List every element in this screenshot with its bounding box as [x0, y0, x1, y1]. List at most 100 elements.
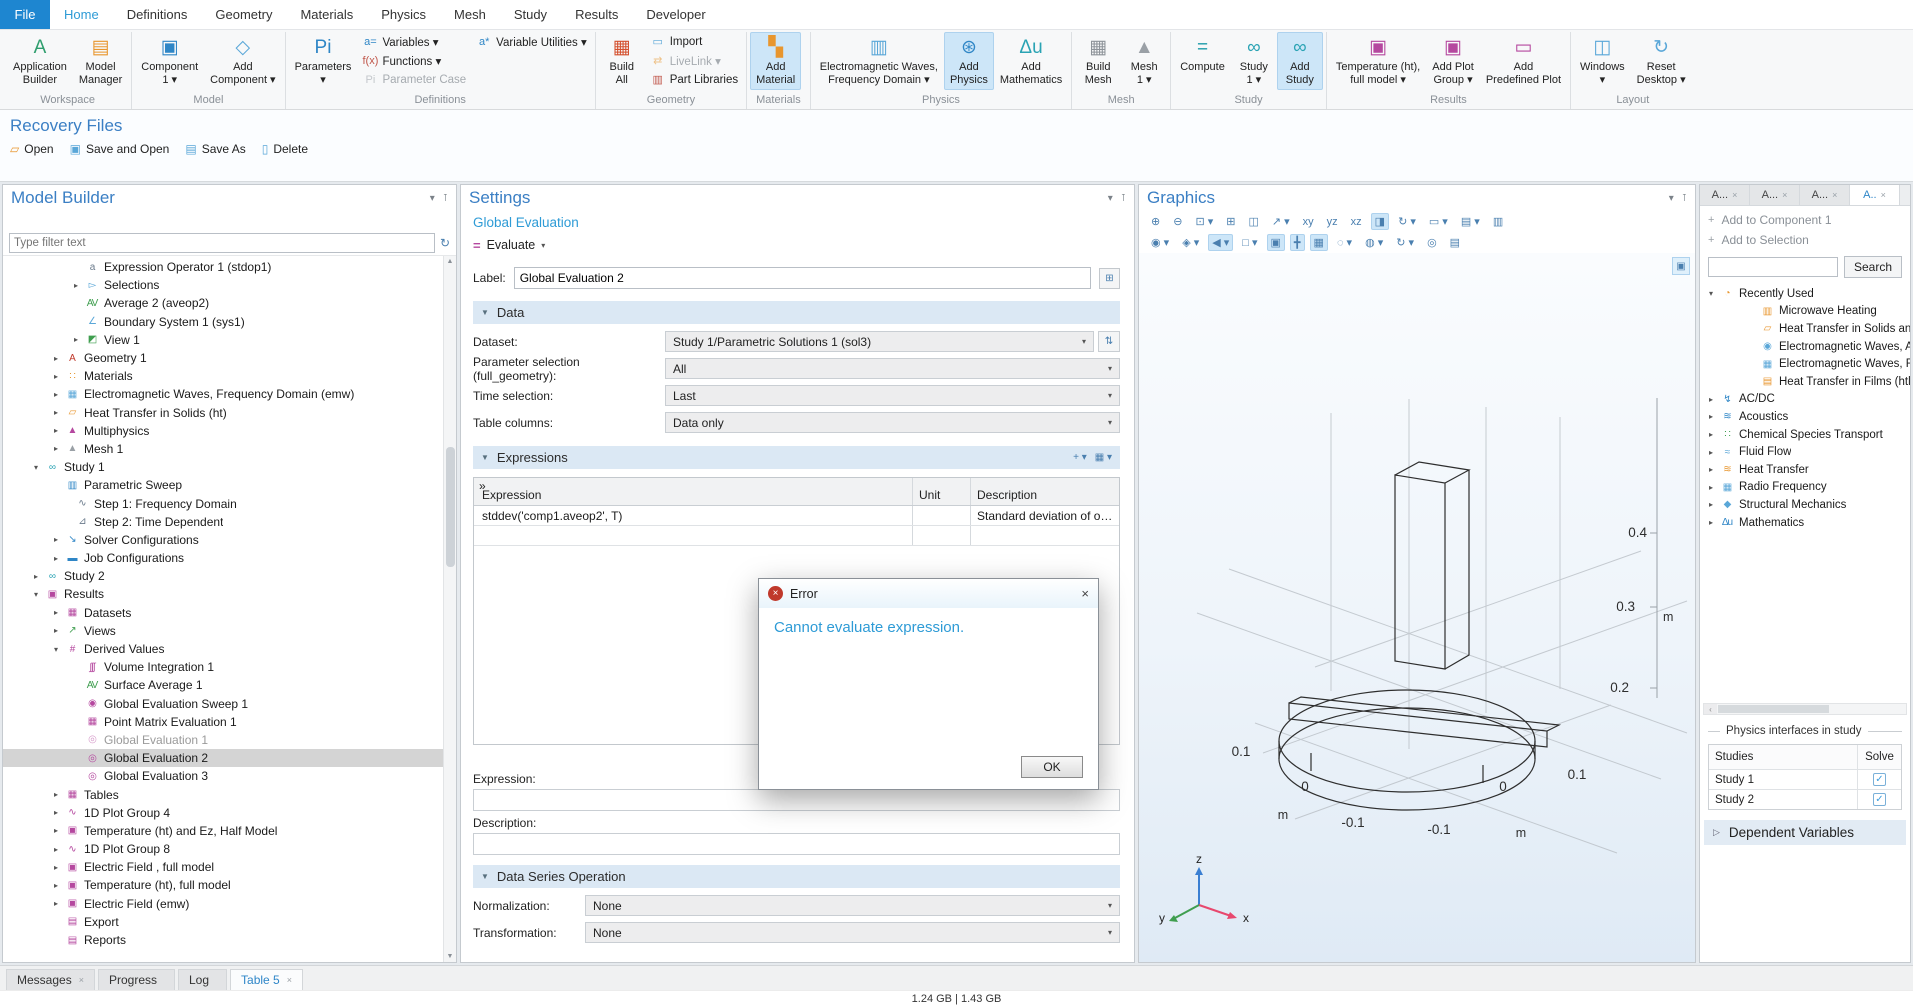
tree-expander-icon[interactable]: ▸ [69, 281, 83, 290]
import-button[interactable]: ▭Import [645, 32, 743, 51]
tree-expander-icon[interactable]: ▸ [1704, 483, 1718, 492]
scroll-left-icon[interactable]: ‹ [1704, 704, 1717, 714]
study-row[interactable]: Study 1✓ [1709, 769, 1901, 789]
tree-expression-operator-1[interactable]: aExpression Operator 1 (stdop1) [3, 258, 456, 276]
close-icon[interactable]: × [1782, 190, 1787, 200]
study-row[interactable]: Study 2✓ [1709, 789, 1901, 809]
tree-step-2-time-dependent[interactable]: ⊿Step 2: Time Dependent [3, 513, 456, 531]
scene-settings-icon[interactable]: ▭ ▾ [1425, 213, 1452, 230]
livelink-button[interactable]: ⇄LiveLink ▾ [645, 51, 743, 70]
description-input[interactable] [473, 833, 1120, 855]
variables-button[interactable]: a=Variables ▾ [357, 32, 471, 51]
build-all-button[interactable]: ▦Build All [599, 32, 645, 90]
menu-tab-mesh[interactable]: Mesh [440, 0, 500, 29]
tree-volume-integration-1[interactable]: ∫∫∫Volume Integration 1 [3, 658, 456, 676]
bottom-tab-table-5[interactable]: Table 5× [230, 969, 303, 990]
bottom-tab-messages[interactable]: Messages× [6, 969, 95, 990]
menu-tab-materials[interactable]: Materials [286, 0, 367, 29]
tree-selections[interactable]: ▸▻Selections [3, 276, 456, 294]
tree-global-evaluation-sweep-1[interactable]: ◉Global Evaluation Sweep 1 [3, 695, 456, 713]
label-input[interactable] [514, 267, 1091, 289]
ok-button[interactable]: OK [1021, 756, 1083, 778]
pin-icon[interactable]: ⊺ [1682, 193, 1687, 204]
section-header-data-series-operation[interactable]: ▼ Data Series Operation [473, 865, 1120, 888]
study-1-button[interactable]: ∞Study 1 ▾ [1231, 32, 1277, 90]
tree-results[interactable]: ▾▣Results [3, 585, 456, 603]
dependent-variables-section[interactable]: ▷ Dependent Variables [1704, 820, 1906, 845]
add-predefined-plot-button[interactable]: ▭Add Predefined Plot [1480, 32, 1567, 90]
close-icon[interactable]: × [287, 975, 292, 985]
tree-point-matrix-evaluation-1[interactable]: ▦Point Matrix Evaluation 1 [3, 713, 456, 731]
view-orientation-icon[interactable]: ↗ ▾ [1268, 213, 1294, 230]
panel-menu-icon[interactable]: ▾ [430, 193, 435, 204]
light-icon[interactable]: ◀ ▾ [1208, 234, 1233, 251]
physics-acdc[interactable]: ▸↯AC/DC [1700, 391, 1910, 409]
menu-tab-study[interactable]: Study [500, 0, 561, 29]
physics-em-waves-asy[interactable]: ◉Electromagnetic Waves, Asy [1700, 338, 1910, 356]
tree-derived-values[interactable]: ▾#Derived Values [3, 640, 456, 658]
menu-tab-home[interactable]: Home [50, 0, 113, 29]
tree-expander-icon[interactable]: ▸ [49, 881, 63, 890]
tree-electric-field-full-model[interactable]: ▸▣Electric Field , full model [3, 858, 456, 876]
image-export-icon[interactable]: ▤ ▾ [1457, 213, 1484, 230]
dropdown-select[interactable]: Data only▾ [665, 412, 1120, 433]
zoom-box-icon[interactable]: ⊡ ▾ [1191, 213, 1217, 230]
tree-expander-icon[interactable]: ▸ [49, 626, 63, 635]
panel-menu-icon[interactable]: ▾ [1669, 193, 1674, 204]
dock-tab-add-physics[interactable]: A..× [1850, 185, 1900, 205]
physics-radio-frequency[interactable]: ▸▦Radio Frequency [1700, 479, 1910, 497]
tree-temperature-ez-half-model[interactable]: ▸▣Temperature (ht) and Ez, Half Model [3, 822, 456, 840]
table-options-icon[interactable]: ▦ ▾ [1095, 452, 1112, 463]
tree-temperature-ht-full-model[interactable]: ▸▣Temperature (ht), full model [3, 876, 456, 894]
scrollbar-thumb[interactable] [446, 447, 455, 567]
part-libraries-button[interactable]: ▥Part Libraries [645, 70, 743, 89]
physics-heat-transfer-films[interactable]: ▤Heat Transfer in Films (htlsh [1700, 373, 1910, 391]
tree-step-1-frequency-domain[interactable]: ∿Step 1: Frequency Domain [3, 494, 456, 512]
dropdown-select[interactable]: None▾ [585, 922, 1120, 943]
show-axes-icon[interactable]: ╋ [1290, 234, 1305, 251]
tree-expander-icon[interactable]: ▾ [29, 463, 43, 472]
expression-row[interactable]: stddev('comp1.aveop2', T)Standard deviat… [474, 506, 1119, 526]
go-to-source-icon[interactable]: ⇅ [1098, 331, 1120, 352]
physics-em-waves-fre[interactable]: ▦Electromagnetic Waves, Fre [1700, 355, 1910, 373]
solve-checkbox[interactable]: ✓ [1873, 793, 1886, 806]
tree-boundary-system-1[interactable]: ∠Boundary System 1 (sys1) [3, 313, 456, 331]
tree-view-1[interactable]: ▸◩View 1 [3, 331, 456, 349]
menu-tab-results[interactable]: Results [561, 0, 632, 29]
solve-checkbox[interactable]: ✓ [1873, 773, 1886, 786]
tree-expander-icon[interactable]: ▸ [49, 354, 63, 363]
pin-icon[interactable]: ⊺ [1121, 193, 1126, 204]
tree-expander-icon[interactable]: ▾ [29, 590, 43, 599]
physics-heat-transfer-solids[interactable]: ▱Heat Transfer in Solids and [1700, 320, 1910, 338]
add-physics-button[interactable]: ⊛Add Physics [944, 32, 994, 90]
fit-window-icon[interactable]: ◫ [1244, 213, 1262, 230]
tree-expander-icon[interactable]: ▾ [49, 645, 63, 654]
tree-expander-icon[interactable]: ▸ [1704, 395, 1718, 404]
delete-button[interactable]: ▯Delete [262, 142, 308, 156]
dropdown-select[interactable]: Last▾ [665, 385, 1120, 406]
close-icon[interactable]: × [1732, 190, 1737, 200]
menu-tab-developer[interactable]: Developer [632, 0, 719, 29]
tree-datasets[interactable]: ▸▦Datasets [3, 604, 456, 622]
temperature-ht-full-model-button[interactable]: ▣Temperature (ht), full model ▾ [1330, 32, 1426, 90]
physics-mathematics[interactable]: ▸ΔuMathematics [1700, 514, 1910, 532]
expression-input[interactable] [473, 789, 1120, 811]
refresh-icon[interactable]: ↻ [440, 236, 450, 250]
dropdown-select[interactable]: All▾ [665, 358, 1120, 379]
rename-icon[interactable]: ⊞ [1099, 268, 1120, 289]
tree-views[interactable]: ▸↗Views [3, 622, 456, 640]
physics-search-input[interactable] [1708, 257, 1838, 277]
add-component-button[interactable]: ◇Add Component ▾ [204, 32, 281, 90]
tree-expander-icon[interactable]: ▸ [1704, 500, 1718, 509]
tree-expander-icon[interactable]: ▸ [29, 572, 43, 581]
scroll-down-icon[interactable]: ▼ [444, 953, 456, 960]
tree-expander-icon[interactable]: ▸ [49, 535, 63, 544]
section-header-data[interactable]: ▼ Data [473, 301, 1120, 324]
build-mesh-button[interactable]: ▦Build Mesh [1075, 32, 1121, 90]
tree-expander-icon[interactable]: ▸ [1704, 430, 1718, 439]
tree-emw[interactable]: ▸▦Electromagnetic Waves, Frequency Domai… [3, 385, 456, 403]
tree-1d-plot-group-4[interactable]: ▸∿1D Plot Group 4 [3, 804, 456, 822]
rotate-icon[interactable]: ↻ ▾ [1394, 213, 1420, 230]
transparency-icon[interactable]: ◈ ▾ [1178, 234, 1203, 251]
perspective-icon[interactable]: ◨ [1371, 213, 1389, 230]
